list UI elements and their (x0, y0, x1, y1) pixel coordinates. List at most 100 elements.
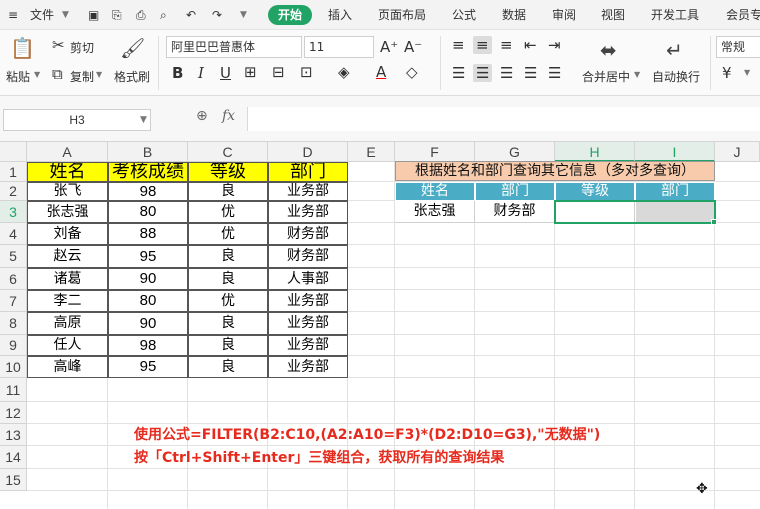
merge-center-icon[interactable]: ⬌ (600, 38, 617, 62)
table-cell[interactable]: 95 (108, 356, 188, 378)
table-cell[interactable]: 财务部 (268, 223, 348, 245)
paste-icon[interactable]: 📋 (10, 36, 35, 60)
tab-review[interactable]: 审阅 (552, 0, 576, 30)
row-header-10[interactable]: 10 (0, 356, 27, 378)
scissors-icon[interactable]: ✂ (52, 36, 65, 54)
tab-formulas[interactable]: 公式 (452, 0, 476, 30)
font-color-icon[interactable]: A (376, 63, 386, 81)
table-cell[interactable]: 优 (188, 290, 268, 312)
table-cell[interactable]: 业务部 (268, 290, 348, 312)
fill-handle[interactable] (711, 219, 717, 225)
table-cell[interactable]: 良 (188, 356, 268, 378)
row-header-7[interactable]: 7 (0, 290, 27, 312)
copy-dropdown-icon[interactable]: ▼ (96, 70, 102, 79)
copy-icon[interactable]: ⧉ (52, 65, 63, 83)
format-painter-button[interactable]: 格式刷 (114, 68, 150, 85)
justify-icon[interactable]: ☰ (524, 64, 537, 82)
formula-input[interactable] (247, 107, 760, 131)
undo-icon[interactable]: ↶ (186, 0, 196, 30)
tab-insert[interactable]: 插入 (328, 0, 352, 30)
save-icon[interactable]: ▣ (88, 0, 99, 30)
query-value[interactable]: 张志强 (395, 201, 475, 223)
row-header-3[interactable]: 3 (0, 201, 27, 223)
align-top-icon[interactable]: ≡ (452, 36, 465, 54)
tab-page-layout[interactable]: 页面布局 (378, 0, 426, 30)
indent-decrease-icon[interactable]: ⇤ (524, 36, 537, 54)
clear-format-icon[interactable]: ◇ (406, 63, 418, 81)
row-header-15[interactable]: 15 (0, 469, 27, 491)
column-header-j[interactable]: J (715, 142, 760, 162)
hamburger-menu-icon[interactable]: ≡ (8, 0, 18, 30)
bold-icon[interactable]: B (172, 64, 183, 82)
selected-range[interactable] (554, 200, 716, 224)
table-cell[interactable]: 高峰 (27, 356, 108, 378)
wrap-text-icon[interactable]: ↵ (666, 38, 683, 62)
border-icon[interactable]: ⊞ (244, 63, 257, 81)
table-cell[interactable]: 任人 (27, 335, 108, 356)
query-value[interactable]: 财务部 (475, 201, 555, 223)
distributed-align-icon[interactable]: ☰ (548, 64, 561, 82)
table-cell[interactable]: 李二 (27, 290, 108, 312)
table-cell[interactable]: 业务部 (268, 182, 348, 201)
format-painter-icon[interactable]: 🖌 (120, 36, 145, 60)
column-header-h[interactable]: H (555, 142, 635, 162)
table-cell[interactable]: 业务部 (268, 201, 348, 223)
print-icon[interactable]: ⎙ (136, 0, 146, 30)
column-header-i[interactable]: I (635, 142, 715, 162)
row-header-14[interactable]: 14 (0, 446, 27, 469)
currency-dropdown-icon[interactable]: ▼ (744, 68, 750, 77)
table-cell[interactable]: 张飞 (27, 182, 108, 201)
italic-icon[interactable]: I (198, 64, 204, 82)
redo-icon[interactable]: ↷ (212, 0, 222, 30)
table-cell[interactable]: 95 (108, 245, 188, 268)
merge-border-icon[interactable]: ⊟ (272, 63, 285, 81)
zoom-icon[interactable]: ⊕ (196, 108, 208, 124)
row-header-2[interactable]: 2 (0, 182, 27, 201)
print-preview-icon[interactable]: ⌕ (160, 0, 167, 30)
table-cell[interactable]: 高原 (27, 312, 108, 335)
row-header-13[interactable]: 13 (0, 424, 27, 446)
paste-button[interactable]: 粘贴 (6, 68, 30, 85)
increase-font-icon[interactable]: A⁺ (380, 38, 398, 56)
table-cell[interactable]: 98 (108, 335, 188, 356)
column-header-e[interactable]: E (348, 142, 395, 162)
tab-data[interactable]: 数据 (502, 0, 526, 30)
table-cell[interactable]: 80 (108, 290, 188, 312)
spreadsheet-grid[interactable]: ABCDEFGHIJ 1 2 3 4 5 6 7 8 9 10 11 12 13 14 15 姓名 考核成绩等… (0, 142, 760, 509)
column-header-g[interactable]: G (475, 142, 555, 162)
table-cell[interactable]: 业务部 (268, 356, 348, 378)
table-cell[interactable]: 张志强 (27, 201, 108, 223)
column-header-a[interactable]: A (27, 142, 108, 162)
table-cell[interactable]: 良 (188, 245, 268, 268)
name-box[interactable]: H3 (3, 109, 151, 131)
align-bottom-icon[interactable]: ≡ (500, 36, 513, 54)
column-header-d[interactable]: D (268, 142, 348, 162)
align-right-icon[interactable]: ☰ (500, 64, 513, 82)
indent-increase-icon[interactable]: ⇥ (548, 36, 561, 54)
table-header[interactable]: 姓名 (27, 162, 108, 182)
file-dropdown-icon[interactable]: ▼ (62, 0, 69, 30)
table-cell[interactable]: 90 (108, 312, 188, 335)
table-cell[interactable]: 88 (108, 223, 188, 245)
font-name-select[interactable]: 阿里巴巴普惠体 (166, 36, 302, 58)
number-format-select[interactable]: 常规 (716, 36, 760, 58)
column-header-c[interactable]: C (188, 142, 268, 162)
table-cell[interactable]: 良 (188, 312, 268, 335)
query-header[interactable]: 部门 (475, 182, 555, 201)
table-cell[interactable]: 良 (188, 335, 268, 356)
table-cell[interactable]: 诸葛 (27, 268, 108, 290)
table-cell[interactable]: 优 (188, 223, 268, 245)
select-all-corner[interactable] (0, 142, 27, 162)
table-cell[interactable]: 业务部 (268, 312, 348, 335)
query-header[interactable]: 部门 (635, 182, 715, 201)
underline-icon[interactable]: U (220, 64, 231, 82)
font-size-select[interactable]: 11 (304, 36, 374, 58)
align-center-icon[interactable]: ☰ (473, 64, 493, 82)
row-header-9[interactable]: 9 (0, 335, 27, 356)
align-middle-icon[interactable]: ≡ (473, 36, 492, 54)
function-icon[interactable]: fx (222, 108, 235, 124)
column-header-f[interactable]: F (395, 142, 475, 162)
row-header-12[interactable]: 12 (0, 402, 27, 424)
merge-center-button[interactable]: 合并居中 (582, 68, 630, 85)
decrease-font-icon[interactable]: A⁻ (404, 38, 422, 56)
